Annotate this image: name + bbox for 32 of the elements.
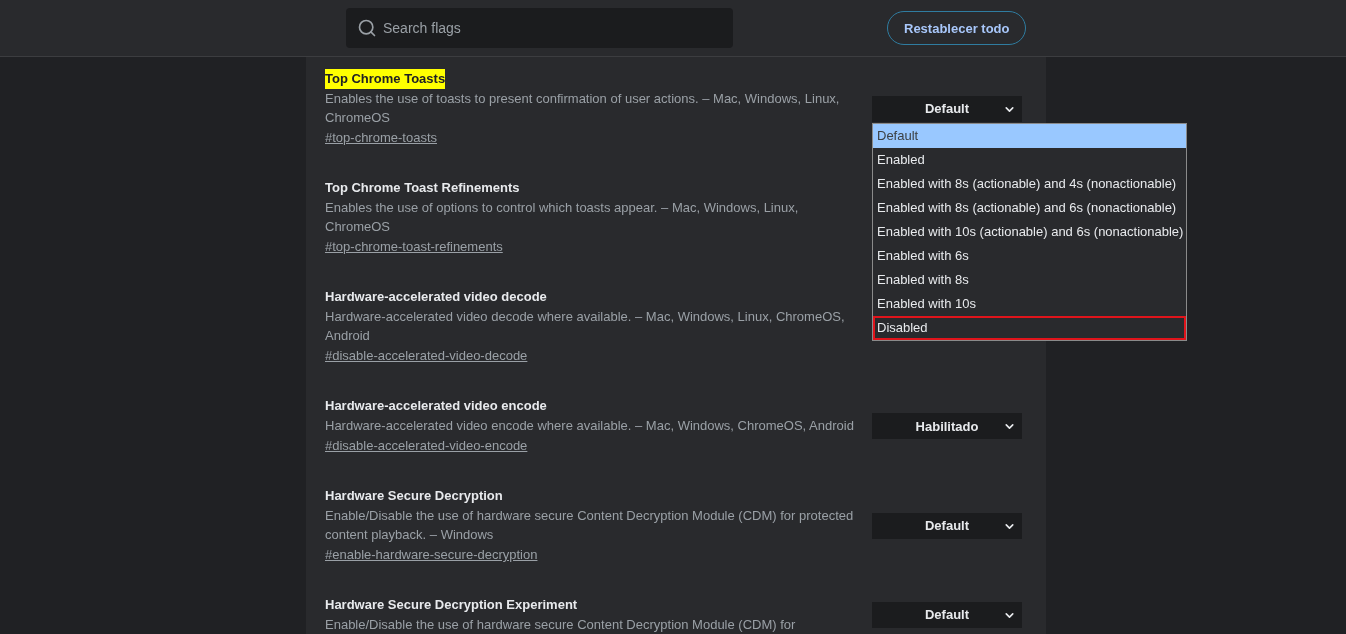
dropdown-option[interactable]: Enabled with 8s (actionable) and 6s (nonactionable) <box>873 195 1186 220</box>
flag-select[interactable]: Default <box>872 601 1022 628</box>
flag-title: Hardware-accelerated video encode <box>325 397 547 415</box>
flag-link[interactable]: #top-chrome-toasts <box>325 127 437 148</box>
dropdown-option[interactable]: Enabled with 6s <box>873 243 1186 268</box>
dropdown-option[interactable]: Default <box>873 123 1186 148</box>
flag-link[interactable]: #enable-hardware-secure-decryption <box>325 544 538 565</box>
flag-title: Hardware Secure Decryption <box>325 487 503 505</box>
dropdown-option[interactable]: Enabled with 10s <box>873 291 1186 316</box>
dropdown-option[interactable]: Enabled with 10s (actionable) and 6s (nonactionable) <box>873 219 1186 244</box>
dropdown-option[interactable]: Enabled <box>873 147 1186 172</box>
search-field[interactable]: Search flags <box>346 8 733 48</box>
flag-title: Hardware Secure Decryption Experiment <box>325 596 578 614</box>
flag-title: Hardware-accelerated video decode <box>325 288 547 306</box>
flag-title: Top Chrome Toasts <box>325 69 446 89</box>
flag-link[interactable]: #disable-accelerated-video-encode <box>325 435 528 456</box>
flag-select[interactable]: Default <box>872 512 1022 539</box>
flag-link[interactable]: #top-chrome-toast-refinements <box>325 236 503 257</box>
flag-description: Enables the use of options to control which toasts appear. – Mac, Windows, Linux, ChromeOS <box>325 199 800 236</box>
search-icon <box>357 18 377 38</box>
flag-title: Top Chrome Toast Refinements <box>325 179 520 197</box>
flag-description: Hardware-accelerated video decode where available. – Mac, Windows, Linux, ChromeOS, Android <box>325 308 846 345</box>
dropdown-option[interactable]: Enabled with 8s (actionable) and 4s (nonactionable) <box>873 171 1186 196</box>
flag-description: Hardware-accelerated video encode where available. – Mac, Windows, ChromeOS, Android <box>325 417 854 435</box>
flag-description: Enable/Disable the use of hardware secure Content Decryption Module (CDM) for protected content playback. – Windows <box>325 507 855 544</box>
dropdown-option[interactable]: Disabled <box>873 315 1186 340</box>
flag-description: Enable/Disable the use of hardware secure Content Decryption Module (CDM) for <box>325 616 796 634</box>
flag-description: Enables the use of toasts to present confirmation of user actions. – Mac, Windows, Linux, ChromeOS <box>325 90 841 127</box>
flag-link[interactable]: #disable-accelerated-video-decode <box>325 345 528 366</box>
flag-select[interactable]: Default <box>872 95 1022 122</box>
dropdown-option[interactable]: Enabled with 8s <box>873 267 1186 292</box>
flag-select[interactable]: Habilitado <box>872 413 1022 439</box>
